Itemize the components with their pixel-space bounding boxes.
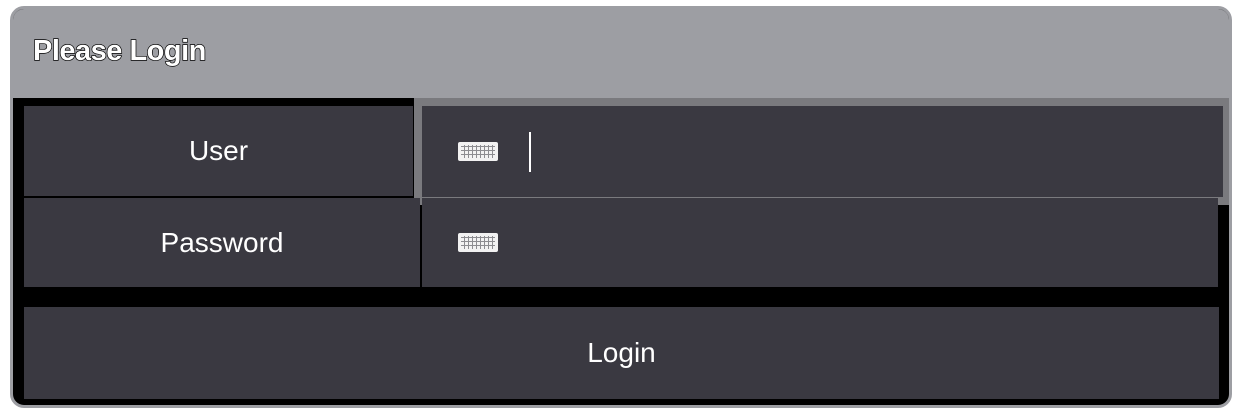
login-button-label: Login [587, 337, 656, 368]
login-dialog: Please Login User Password Login [10, 6, 1232, 408]
password-input[interactable] [422, 198, 1218, 287]
dialog-titlebar: Please Login [13, 9, 1229, 98]
user-label: User [24, 106, 413, 196]
dialog-title: Please Login [32, 34, 207, 67]
password-label-text: Password [160, 226, 284, 258]
text-cursor [529, 131, 531, 172]
user-input[interactable] [414, 98, 1229, 205]
keyboard-icon[interactable] [458, 233, 498, 252]
keyboard-icon[interactable] [458, 142, 498, 161]
login-button[interactable]: Login [24, 307, 1219, 399]
user-label-text: User [188, 135, 249, 166]
password-label: Password [24, 198, 420, 287]
